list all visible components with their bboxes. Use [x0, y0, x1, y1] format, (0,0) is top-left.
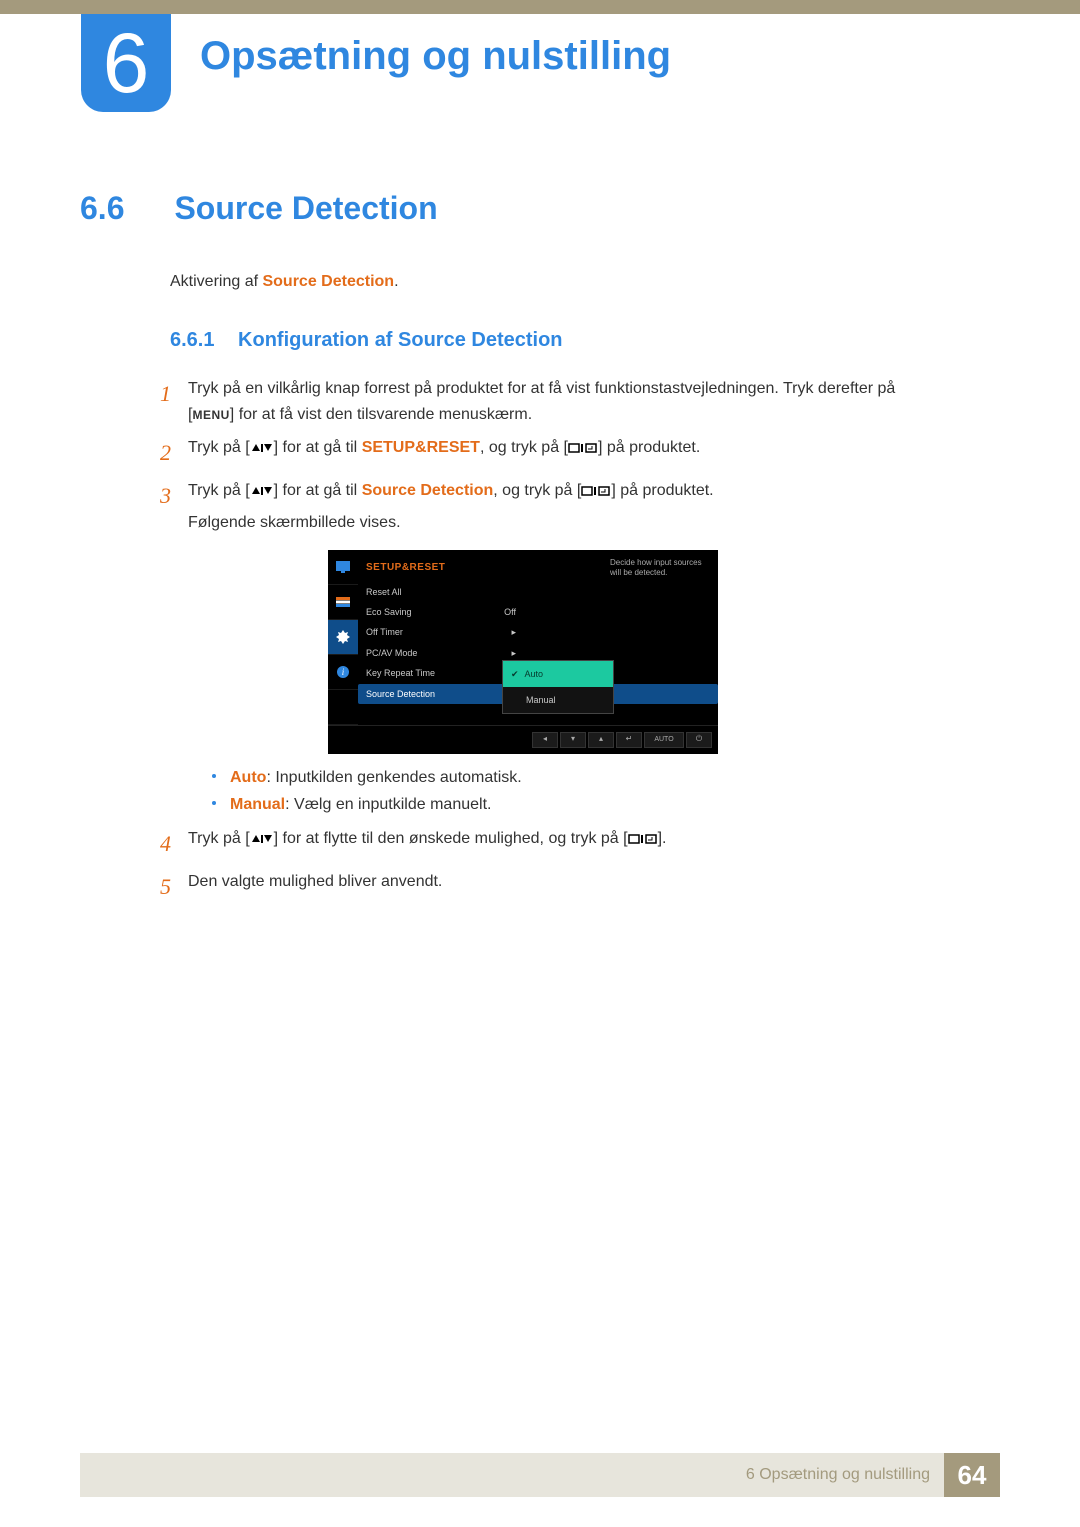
step-number: 1	[160, 376, 188, 427]
step2-highlight: SETUP&RESET	[362, 439, 480, 456]
osd-option-manual: Manual	[503, 687, 613, 713]
osd-option-auto: ✔Auto	[503, 661, 613, 687]
option-bullets: Auto: Inputkilden genkendes automatisk. …	[212, 764, 1000, 818]
osd-btn-down-icon: ▾	[560, 732, 586, 748]
osd-tip: Decide how input sources will be detecte…	[610, 558, 710, 579]
osd-row-reset: Reset All	[358, 582, 718, 602]
osd-btn-auto: AUTO	[644, 732, 684, 748]
step-3: 3 Tryk på [ ] for at gå til Source Detect…	[160, 478, 1000, 818]
up-down-icon	[250, 833, 274, 845]
osd-tab-color-icon	[328, 585, 358, 620]
steps-list: 1 Tryk på en vilkårlig knap forrest på p…	[160, 376, 1000, 904]
page-footer: 6 Opsætning og nulstilling 64	[80, 1453, 1000, 1497]
enter-source-icon	[628, 833, 658, 845]
enter-source-icon	[581, 485, 611, 497]
step4-text-b: ] for at flytte til den ønskede mulighed…	[274, 830, 628, 847]
step-number: 4	[160, 826, 188, 861]
osd-btn-left-icon: ◂	[532, 732, 558, 748]
chapter-number: 6	[103, 21, 150, 105]
step1-text-b: ] for at få vist den tilsvarende menuskæ…	[230, 406, 532, 423]
step3-follow: Følgende skærmbillede vises.	[188, 510, 1000, 536]
up-down-icon	[250, 485, 274, 497]
step3-text-d: ] på produktet.	[611, 482, 713, 499]
bullet-auto: Auto: Inputkilden genkendes automatisk.	[212, 764, 1000, 791]
chapter-title: Opsætning og nulstilling	[200, 34, 671, 79]
osd-footer: ◂ ▾ ▴ ↵ AUTO ⏻	[328, 725, 718, 754]
subsection-heading: 6.6.1 Konfiguration af Source Detection	[170, 329, 1000, 352]
step3-text-c: , og tryk på [	[493, 482, 581, 499]
step2-text-a: Tryk på [	[188, 439, 250, 456]
step2-text-b: ] for at gå til	[274, 439, 362, 456]
top-accent-bar	[0, 0, 1080, 14]
osd-popup: ✔Auto Manual	[502, 660, 614, 715]
intro-text: Aktivering af Source Detection.	[170, 273, 1000, 291]
osd-tab-info-icon: i	[328, 655, 358, 690]
step4-text-c: ].	[658, 830, 667, 847]
check-icon: ✔	[511, 667, 519, 681]
step-4: 4 Tryk på [ ] for at flytte til den ønske…	[160, 826, 1000, 861]
intro-suffix: .	[394, 273, 398, 290]
step-2: 2 Tryk på [ ] for at gå til SETUP&RESET, …	[160, 435, 1000, 470]
osd-tab-picture-icon	[328, 550, 358, 585]
bullet-manual: Manual: Vælg en inputkilde manuelt.	[212, 791, 1000, 818]
osd-sidebar: i	[328, 550, 358, 725]
step2-text-d: ] på produktet.	[598, 439, 700, 456]
osd-btn-enter-icon: ↵	[616, 732, 642, 748]
osd-tab-settings-icon	[328, 620, 358, 655]
osd-row-offtimer: Off Timer▸	[358, 622, 718, 642]
intro-highlight: Source Detection	[262, 273, 394, 290]
osd-btn-power-icon: ⏻	[686, 732, 712, 748]
step5-text: Den valgte mulighed bliver anvendt.	[188, 869, 1000, 904]
section-heading: 6.6 Source Detection	[80, 190, 1000, 227]
step-number: 3	[160, 478, 188, 818]
step1-text-a: Tryk på en vilkårlig knap forrest på pro…	[188, 380, 895, 397]
step-number: 5	[160, 869, 188, 904]
subsection-number: 6.6.1	[170, 329, 214, 351]
step3-text-a: Tryk på [	[188, 482, 250, 499]
osd-screenshot: i SETUP&RESET Reset All Eco SavingOff Of…	[328, 550, 718, 754]
menu-key-icon: MENU	[192, 408, 229, 422]
section-title: Source Detection	[174, 190, 437, 227]
footer-label: 6 Opsætning og nulstilling	[746, 1466, 930, 1484]
intro-prefix: Aktivering af	[170, 273, 262, 290]
up-down-icon	[250, 442, 274, 454]
chapter-badge: 6	[81, 14, 171, 112]
osd-row-eco: Eco SavingOff	[358, 602, 718, 622]
subsection-title: Konfiguration af Source Detection	[238, 329, 562, 351]
step3-highlight: Source Detection	[362, 482, 494, 499]
step4-text-a: Tryk på [	[188, 830, 250, 847]
osd-tab-empty	[328, 690, 358, 725]
osd-btn-up-icon: ▴	[588, 732, 614, 748]
step3-text-b: ] for at gå til	[274, 482, 362, 499]
step2-text-c: , og tryk på [	[480, 439, 568, 456]
step-1: 1 Tryk på en vilkårlig knap forrest på p…	[160, 376, 1000, 427]
section-number: 6.6	[80, 190, 170, 227]
step-number: 2	[160, 435, 188, 470]
step-5: 5 Den valgte mulighed bliver anvendt.	[160, 869, 1000, 904]
footer-page-number: 64	[944, 1453, 1000, 1497]
enter-source-icon	[568, 442, 598, 454]
